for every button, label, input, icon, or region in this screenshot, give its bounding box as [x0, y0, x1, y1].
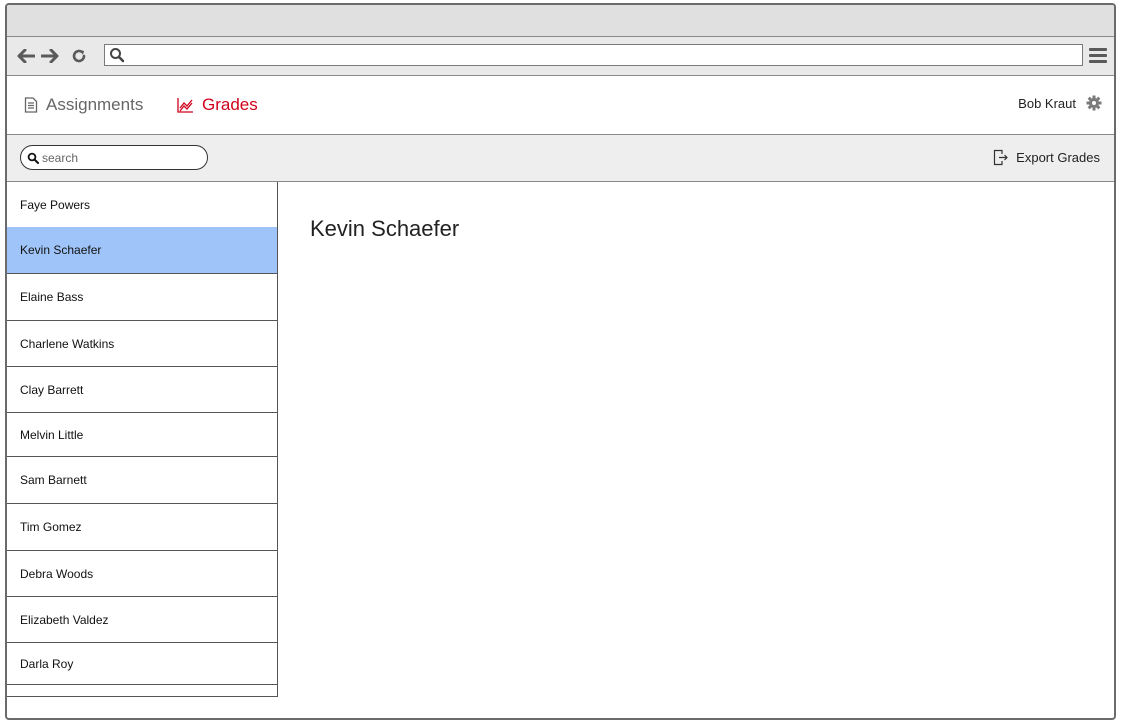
list-item-student[interactable]: Melvin Little: [7, 413, 277, 457]
url-field[interactable]: [104, 44, 1083, 66]
list-item-student[interactable]: Debra Woods: [7, 551, 277, 597]
list-item-student[interactable]: Sam Barnett: [7, 457, 277, 504]
forward-arrow-icon[interactable]: [40, 46, 60, 66]
title-bar: [7, 5, 1114, 37]
student-name: Debra Woods: [20, 566, 94, 581]
student-name: Sam Barnett: [20, 473, 87, 487]
export-grades-label: Export Grades: [1016, 150, 1100, 165]
student-name: Faye Powers: [20, 197, 91, 212]
list-item-student[interactable]: Elaine Bass: [7, 274, 277, 321]
student-name: Elizabeth Valdez: [20, 612, 109, 627]
list-item-student[interactable]: Kevin Schaefer: [7, 227, 277, 274]
student-name: Tim Gomez: [20, 520, 82, 534]
user-name: Bob Kraut: [1018, 95, 1076, 111]
tab-grades-label: Grades: [202, 95, 258, 114]
student-name: Elaine Bass: [20, 290, 84, 304]
chart-icon: [177, 98, 193, 113]
export-grades-button[interactable]: Export Grades: [993, 149, 1100, 166]
tab-assignments-label: Assignments: [46, 95, 144, 114]
list-item-student[interactable]: Charlene Watkins: [7, 321, 277, 367]
user-menu[interactable]: Bob Kraut: [1018, 95, 1102, 111]
app-navbar: Assignments Grades Bob Kraut: [7, 76, 1114, 135]
student-name: Clay Barrett: [20, 382, 84, 397]
student-detail-title: Kevin Schaefer: [310, 216, 460, 241]
browser-window: Assignments Grades Bob Kraut search Expo…: [5, 3, 1116, 720]
back-arrow-icon[interactable]: [16, 46, 36, 66]
search-icon: [110, 48, 125, 63]
document-icon: [24, 97, 38, 113]
student-name: Melvin Little: [20, 427, 84, 442]
list-item-student[interactable]: Tim Gomez: [7, 504, 277, 551]
hamburger-menu-icon[interactable]: [1088, 46, 1108, 66]
student-name: Charlene Watkins: [20, 336, 115, 351]
list-item-student[interactable]: Elizabeth Valdez: [7, 597, 277, 643]
export-icon: [994, 149, 1009, 166]
student-name: Kevin Schaefer: [20, 243, 102, 257]
gear-icon[interactable]: [1086, 95, 1102, 111]
tab-grades[interactable]: Grades: [177, 93, 258, 117]
student-name: Darla Roy: [20, 656, 74, 671]
address-bar: [7, 37, 1114, 76]
list-item-student[interactable]: Darla Roy: [7, 643, 277, 685]
reload-icon[interactable]: [69, 46, 89, 66]
search-icon: [27, 152, 39, 164]
tab-assignments[interactable]: Assignments: [24, 93, 143, 117]
toolbar: Export Grades: [7, 135, 1114, 182]
list-item-student[interactable]: Faye Powers: [7, 182, 277, 228]
student-list: Faye Powers Kevin Schaefer Elaine Bass C…: [7, 182, 278, 697]
search-box[interactable]: [20, 145, 208, 170]
search-input[interactable]: [42, 150, 192, 165]
list-item-student[interactable]: Clay Barrett: [7, 367, 277, 413]
